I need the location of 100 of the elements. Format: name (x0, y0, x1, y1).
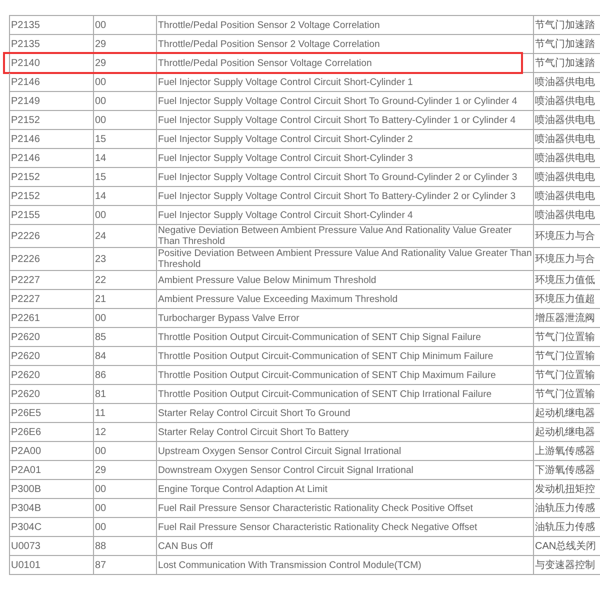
fault-description: Ambient Pressure Value Exceeding Maximum Threshold (158, 294, 398, 304)
fault-code: P304B (11, 502, 42, 514)
fault-subcode: 00 (95, 210, 106, 220)
fault-description: Throttle Position Output Circuit-Communication of SENT Chip Minimum Failure (158, 350, 494, 362)
fault-code: P2146 (11, 152, 40, 164)
fault-subcode: 00 (95, 446, 106, 456)
chinese-description: 节气门加速踏 (535, 20, 595, 30)
fault-code: P2140 (11, 58, 40, 68)
fault-subcode: 29 (95, 38, 106, 50)
fault-description: Throttle/Pedal Position Sensor 2 Voltage Correlation (158, 38, 380, 50)
fault-subcode: 87 (95, 560, 106, 570)
fault-subcode: 24 (95, 230, 106, 242)
fault-description: Ambient Pressure Value Below Minimum Threshold (158, 274, 376, 286)
fault-code: P2620 (11, 350, 40, 362)
fault-description: Fuel Injector Supply Voltage Control Circuit Short To Ground-Cylinder 1 or Cylinder 4 (158, 96, 518, 106)
fault-subcode: 15 (95, 172, 106, 182)
fault-subcode: 12 (95, 426, 106, 438)
fault-description: Fuel Injector Supply Voltage Control Circuit Short To Ground-Cylinder 2 or Cylinder 3 (158, 172, 518, 182)
fault-description: Starter Relay Control Circuit Short To Battery (158, 426, 349, 438)
fault-code: P304C (11, 522, 42, 532)
fault-subcode: 29 (95, 464, 106, 476)
chinese-description: 节气门位置输 (535, 370, 595, 380)
fault-subcode: 11 (95, 408, 106, 418)
fault-code: P2155 (11, 210, 40, 220)
fault-code: U0101 (11, 560, 40, 570)
fault-subcode: 00 (95, 96, 106, 106)
chinese-description: 节气门位置输 (535, 388, 595, 400)
chinese-description: 环境压力与合 (535, 230, 595, 242)
chinese-description: 喷油器供电电 (535, 134, 595, 144)
chinese-description: 油轨压力传感 (535, 502, 595, 514)
fault-code: P2152 (11, 190, 40, 202)
fault-subcode: 22 (95, 274, 106, 286)
fault-code: P2135 (11, 38, 40, 50)
fault-description: Downstream Oxygen Sensor Control Circuit Signal Irrational (158, 464, 414, 476)
fault-subcode: 84 (95, 350, 106, 362)
chinese-description: 节气门位置输 (535, 350, 595, 362)
fault-code: P26E6 (11, 426, 42, 438)
chinese-description: 起动机继电器 (535, 426, 595, 438)
chinese-description: CAN总线关闭 (535, 540, 596, 552)
chinese-description: 上游氧传感器 (535, 446, 595, 456)
fault-description: Fuel Injector Supply Voltage Control Circuit Short-Cylinder 1 (158, 76, 413, 88)
chinese-description: 节气门加速踏 (535, 38, 595, 50)
fault-code: P2149 (11, 96, 40, 106)
fault-subcode: 14 (95, 152, 106, 164)
fault-code: P2227 (11, 294, 40, 304)
chinese-description: 增压器泄流阀 (535, 312, 595, 324)
fault-subcode: 00 (95, 484, 106, 494)
fault-subcode: 15 (95, 134, 106, 144)
fault-code: P2227 (11, 274, 40, 286)
chinese-description: 环境压力与合 (535, 254, 595, 264)
chinese-description: 环境压力值超 (535, 294, 595, 304)
chinese-description: 喷油器供电电 (535, 190, 595, 202)
chinese-description: 节气门位置输 (535, 332, 595, 342)
fault-description: Fuel Rail Pressure Sensor Characteristic Rationality Check Negative Offset (158, 522, 478, 532)
fault-description: Positive Deviation Between Ambient Pressure Value And Rationality Value Greater Than Threshold (158, 248, 532, 270)
fault-subcode: 00 (95, 20, 106, 30)
fault-subcode: 00 (95, 522, 106, 532)
fault-code: P2146 (11, 134, 40, 144)
fault-description: Throttle Position Output Circuit-Communication of SENT Chip Signal Failure (158, 332, 481, 342)
chinese-description: 喷油器供电电 (535, 114, 595, 126)
fault-description: Fuel Injector Supply Voltage Control Circuit Short To Battery-Cylinder 1 or Cylinder 4 (158, 114, 516, 126)
chinese-description: 发动机扭矩控 (535, 484, 595, 494)
fault-description: Turbocharger Bypass Valve Error (158, 312, 300, 324)
chinese-description: 节气门加速踏 (535, 58, 595, 68)
chinese-description: 油轨压力传感 (535, 522, 595, 532)
fault-code: P2620 (11, 370, 40, 380)
fault-description: Negative Deviation Between Ambient Pressure Value And Rationality Value Greater Than Threshold (158, 225, 513, 247)
fault-subcode: 00 (95, 76, 106, 88)
fault-code: P2261 (11, 312, 40, 324)
fault-code: P2620 (11, 332, 40, 342)
fault-code: P2135 (11, 20, 40, 30)
fault-subcode: 00 (95, 502, 106, 514)
fault-description: Fuel Injector Supply Voltage Control Circuit Short-Cylinder 3 (158, 152, 413, 164)
fault-subcode: 81 (95, 388, 106, 400)
fault-subcode: 88 (95, 540, 106, 552)
fault-description: Starter Relay Control Circuit Short To Ground (158, 408, 350, 418)
fault-subcode: 29 (95, 58, 106, 68)
fault-description: Fuel Injector Supply Voltage Control Circuit Short-Cylinder 4 (158, 210, 413, 220)
fault-code: P2152 (11, 114, 40, 126)
fault-description: Throttle/Pedal Position Sensor Voltage Correlation (158, 58, 372, 68)
chinese-description: 与变速器控制 (535, 560, 595, 570)
chinese-description: 喷油器供电电 (535, 96, 595, 106)
chinese-description: 起动机继电器 (535, 408, 595, 418)
fault-code: P26E5 (11, 408, 42, 418)
chinese-description: 环境压力值低 (535, 274, 595, 286)
chinese-description: 下游氧传感器 (535, 464, 595, 476)
fault-description: Throttle Position Output Circuit-Communication of SENT Chip Maximum Failure (158, 370, 496, 380)
fault-description: Throttle Position Output Circuit-Communication of SENT Chip Irrational Failure (158, 388, 492, 400)
fault-subcode: 85 (95, 332, 106, 342)
fault-subcode: 23 (95, 254, 106, 264)
fault-subcode: 21 (95, 294, 106, 304)
fault-description: Upstream Oxygen Sensor Control Circuit Signal Irrational (158, 446, 402, 456)
fault-code: P2A00 (11, 446, 42, 456)
fault-subcode: 14 (95, 190, 106, 202)
fault-code: P2226 (11, 230, 40, 242)
fault-code: P2A01 (11, 464, 42, 476)
fault-subcode: 00 (95, 114, 106, 126)
fault-description: CAN Bus Off (158, 540, 213, 552)
fault-description: Throttle/Pedal Position Sensor 2 Voltage Correlation (158, 20, 380, 30)
fault-subcode: 00 (95, 312, 106, 324)
